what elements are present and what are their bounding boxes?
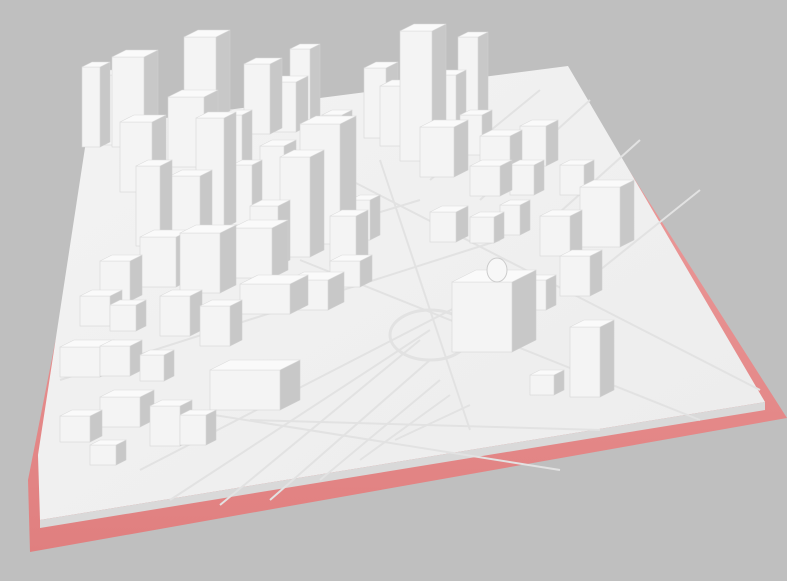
building-side-face [163,349,175,382]
building [509,159,545,196]
building-front-face [231,227,273,279]
building-side-face [533,159,545,196]
building-front-face [99,345,131,377]
building [539,209,583,257]
building-side-face [205,409,217,446]
building-front-face [179,414,207,446]
building [139,349,175,382]
building-front-face [81,66,101,148]
building [89,439,127,466]
building-side-face [135,299,147,332]
building-side-face [519,199,531,236]
building-front-face [59,346,101,378]
building-side-face [545,119,559,167]
3d-viewport[interactable] [0,0,787,581]
building [99,339,143,377]
building [529,369,565,396]
building [429,205,469,243]
building-side-face [599,319,615,398]
building-front-face [199,305,231,347]
building [469,159,513,197]
building-front-face [579,186,621,248]
building-front-face [139,354,165,382]
building-side-face [309,149,325,258]
building-front-face [179,232,221,294]
city-model-render[interactable] [0,0,787,581]
building [179,409,217,446]
building [99,389,155,428]
building-side-face [511,269,537,353]
building-front-face [159,295,191,337]
building [209,359,301,411]
building-front-face [59,415,91,443]
building-side-face [129,254,143,302]
building [559,249,603,297]
building-front-face [419,126,455,178]
building-front-face [79,295,111,327]
building [569,319,615,398]
building-front-face [539,215,571,257]
building [199,299,243,347]
building-front-face [569,326,601,398]
building-side-face [477,31,489,118]
building-front-face [89,444,117,466]
building-front-face [469,165,501,197]
building-front-face [99,396,141,428]
building [499,199,531,236]
building [451,269,537,353]
building [519,119,559,167]
building-front-face [451,281,513,353]
building-side-face [453,119,469,178]
building-front-face [139,236,177,288]
building-front-face [429,211,457,243]
building-side-face [219,224,237,294]
building-front-face [529,374,555,396]
dome-landmark [486,257,508,283]
building-side-face [589,249,603,297]
building-side-face [223,111,237,229]
building [469,211,505,244]
building [59,409,103,443]
building [159,289,203,337]
building-front-face [149,405,181,447]
building-front-face [469,216,495,244]
building-side-face [545,274,557,311]
building-front-face [509,164,535,196]
building [81,61,111,148]
building [239,274,309,315]
building [179,224,237,294]
building-side-face [271,219,289,279]
building [109,299,147,332]
building-front-face [239,283,291,315]
building-front-face [109,304,137,332]
building-side-face [619,179,635,248]
building-front-face [209,369,281,411]
building [231,219,289,279]
building-side-face [229,299,243,347]
building-side-face [569,209,583,257]
building-side-face [369,194,381,241]
building-side-face [493,211,505,244]
building-front-face [559,255,591,297]
building [579,179,635,248]
building [419,119,469,178]
building-side-face [99,61,111,148]
building-side-face [269,57,283,135]
